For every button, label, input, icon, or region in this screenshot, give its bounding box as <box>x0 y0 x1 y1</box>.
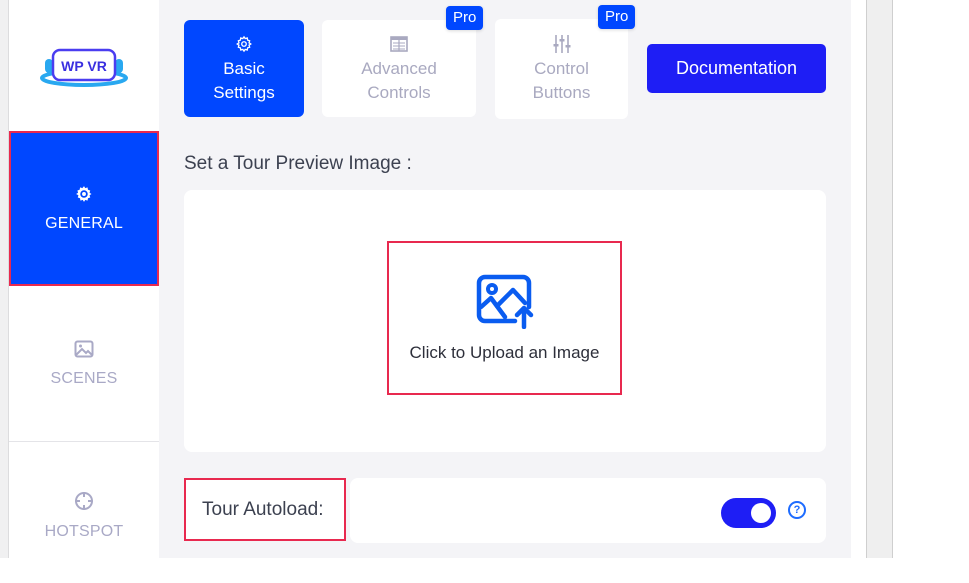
page-gutter <box>851 0 866 558</box>
documentation-button[interactable]: Documentation <box>647 44 826 93</box>
image-upload-icon <box>476 274 533 329</box>
preview-image-card: Click to Upload an Image <box>184 190 826 452</box>
tab-label-line2: Settings <box>213 82 275 102</box>
crosshair-icon <box>75 492 93 510</box>
tab-basic-settings[interactable]: Basic Settings <box>184 20 304 117</box>
table-icon <box>390 35 408 52</box>
preview-image-label: Set a Tour Preview Image : <box>184 153 412 174</box>
vr-headset-logo-icon: WP VR <box>40 48 128 87</box>
settings-panel: Basic Settings Advanced Controls Pro Con… <box>159 0 851 558</box>
tab-label-line2: Buttons <box>532 83 591 102</box>
right-scroll-strip[interactable] <box>866 0 893 558</box>
sliders-icon <box>553 35 570 53</box>
sidebar-item-hotspot[interactable]: HOTSPOT <box>9 443 159 583</box>
image-icon <box>74 340 94 357</box>
pro-badge: Pro <box>598 5 636 29</box>
tour-autoload-label: Tour Autoload: <box>184 478 346 541</box>
sidebar-item-general[interactable]: GENERAL <box>9 131 159 286</box>
gear-icon <box>76 185 92 202</box>
tab-label-line1: Advanced <box>361 58 437 78</box>
upload-image-text: Click to Upload an Image <box>409 343 600 362</box>
sidebar-item-label: GENERAL <box>45 214 123 232</box>
toggle-knob <box>751 503 771 523</box>
logo-text: WP VR <box>61 58 107 74</box>
page-left-edge <box>0 0 9 558</box>
tab-control-buttons[interactable]: Control Buttons <box>495 19 628 119</box>
tab-advanced-controls[interactable]: Advanced Controls <box>322 20 476 117</box>
sidebar-item-scenes[interactable]: SCENES <box>9 286 159 442</box>
tab-label-line1: Basic <box>223 58 265 78</box>
sidebar-item-label: SCENES <box>50 369 118 387</box>
wpvr-logo[interactable]: WP VR <box>9 0 159 131</box>
sidebar: WP VR GENERAL SCENES HOTSPOT <box>9 0 159 558</box>
gear-icon <box>236 35 252 52</box>
pro-badge: Pro <box>446 6 484 30</box>
sidebar-item-label: HOTSPOT <box>44 523 124 540</box>
tab-label-line1: Control <box>534 59 589 78</box>
help-icon[interactable]: ? <box>788 501 806 519</box>
upload-image-button[interactable]: Click to Upload an Image <box>387 241 622 395</box>
tab-label-line2: Controls <box>367 82 431 102</box>
tour-autoload-toggle[interactable] <box>721 498 776 528</box>
